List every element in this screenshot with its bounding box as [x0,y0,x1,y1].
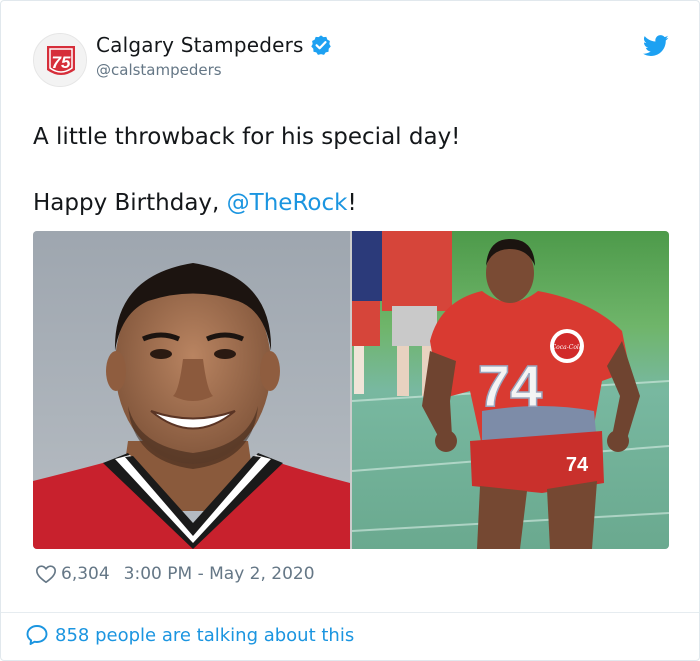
divider [1,612,699,613]
verified-badge-icon [310,34,332,56]
coke-logo-text: Coca-Cola [552,344,583,351]
tweet-text: A little throwback for his special day! … [33,121,673,220]
timestamp[interactable]: 3:00 PM - May 2, 2020 [124,564,315,584]
twitter-bird-icon[interactable] [643,35,669,57]
avatar[interactable]: 75 [33,33,87,87]
tweet-card: 75 Calgary Stampeders @calstampeders A l… [0,0,700,661]
talking-text[interactable]: 858 people are talking about this [55,625,354,646]
shorts-number: 74 [566,454,589,476]
tweet-header: 75 Calgary Stampeders @calstampeders [33,29,673,89]
tweet-line-2: Happy Birthday, @TheRock! [33,187,673,220]
media-grid: Coca-Cola 74 74 [33,231,669,549]
tweet-meta: 6,304 3:00 PM - May 2, 2020 [35,563,315,585]
headshot-photo[interactable] [33,231,350,549]
heart-icon[interactable] [35,563,57,585]
practice-photo[interactable]: Coca-Cola 74 74 [352,231,669,549]
avatar-text: 75 [52,53,71,72]
speech-bubble-icon [25,623,49,647]
handle[interactable]: @calstampeders [96,61,222,79]
stampeders-logo-icon: 75 [34,34,86,86]
mention-link[interactable]: @TheRock [227,190,348,216]
like-count[interactable]: 6,304 [61,564,110,584]
tweet-line-1: A little throwback for his special day! [33,124,461,150]
talking-link[interactable]: 858 people are talking about this [25,623,354,647]
jersey-number: 74 [478,354,543,419]
name-row: Calgary Stampeders [96,33,332,57]
tweet-line-2-suffix: ! [347,190,357,216]
tweet-line-2-prefix: Happy Birthday, [33,190,227,216]
display-name[interactable]: Calgary Stampeders [96,33,304,57]
